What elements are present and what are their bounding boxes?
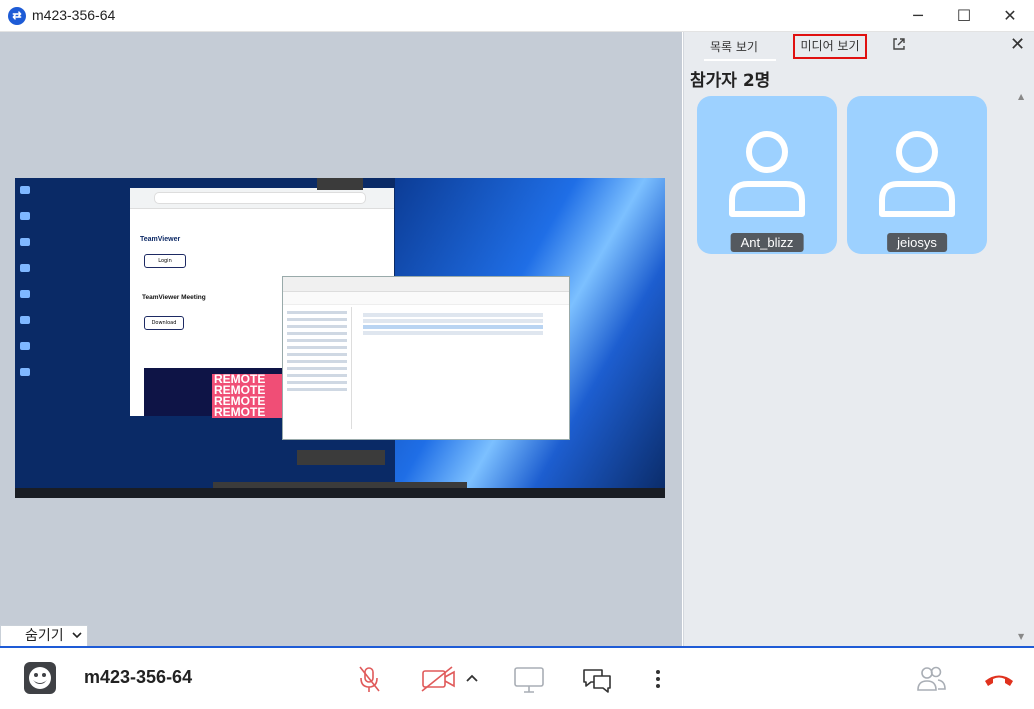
meeting-toolbar: m423-356-64 [0,646,1034,709]
meeting-avatar-icon [24,662,56,694]
remote-desktop-icons [17,180,33,394]
remote-login-button: Login [144,254,186,268]
participant-card[interactable]: Ant_blizz [697,96,837,254]
shared-screen-area: TeamViewer Login TeamViewer Meeting Down… [0,32,682,646]
minimize-button[interactable]: ─ [895,0,941,31]
tab-list-view[interactable]: 목록 보기 [710,38,758,55]
teamviewer-logo-icon: ⇄ [8,7,26,25]
tab-media-view[interactable]: 미디어 보기 [793,34,867,59]
close-panel-button[interactable]: ✕ [1010,35,1025,55]
remote-page-heading: TeamViewer Meeting [142,294,206,301]
popout-icon[interactable] [891,36,907,52]
scroll-down-arrow[interactable]: ▼ [1018,632,1024,641]
tab-active-indicator [704,59,776,61]
window-title: m423-356-64 [32,7,116,23]
camera-off-icon[interactable] [420,662,458,696]
remote-desktop-view[interactable]: TeamViewer Login TeamViewer Meeting Down… [15,178,665,498]
close-window-button[interactable]: ✕ [987,0,1033,31]
participant-count: 참가자 2명 [690,71,771,91]
meeting-id: m423-356-64 [84,667,193,687]
hang-up-icon[interactable] [982,662,1016,696]
user-avatar-icon [879,131,955,217]
participant-name: jeiosys [887,233,947,252]
remote-download-button: Download [144,316,184,330]
participants-panel: 목록 보기 미디어 보기 ✕ 참가자 2명 Ant_blizz jeiosys … [683,32,1034,646]
participant-card[interactable]: jeiosys [847,96,987,254]
hide-toggle-button[interactable]: 숨기기 [0,625,88,647]
hide-toggle-label: 숨기기 [25,628,64,644]
chat-icon[interactable] [580,662,614,696]
title-bar: ⇄ m423-356-64 ─ ☐ ✕ [0,0,1034,32]
mic-muted-icon[interactable] [352,662,386,696]
redaction-box [297,450,385,465]
chevron-down-icon [71,626,83,647]
maximize-button[interactable]: ☐ [941,0,987,31]
chevron-up-icon[interactable] [462,662,482,696]
scroll-up-arrow[interactable]: ▲ [1018,92,1024,101]
remote-brand-text: TeamViewer [140,236,181,243]
remote-banner-text: REMOTE [214,405,266,419]
screen-share-icon[interactable] [512,662,546,696]
remote-file-explorer-window [282,276,570,440]
participants-icon[interactable] [914,662,948,696]
participant-name: Ant_blizz [730,233,804,252]
remote-taskbar [15,488,665,498]
redaction-box [317,178,363,190]
more-vertical-icon[interactable] [648,662,668,696]
user-avatar-icon [729,131,805,217]
